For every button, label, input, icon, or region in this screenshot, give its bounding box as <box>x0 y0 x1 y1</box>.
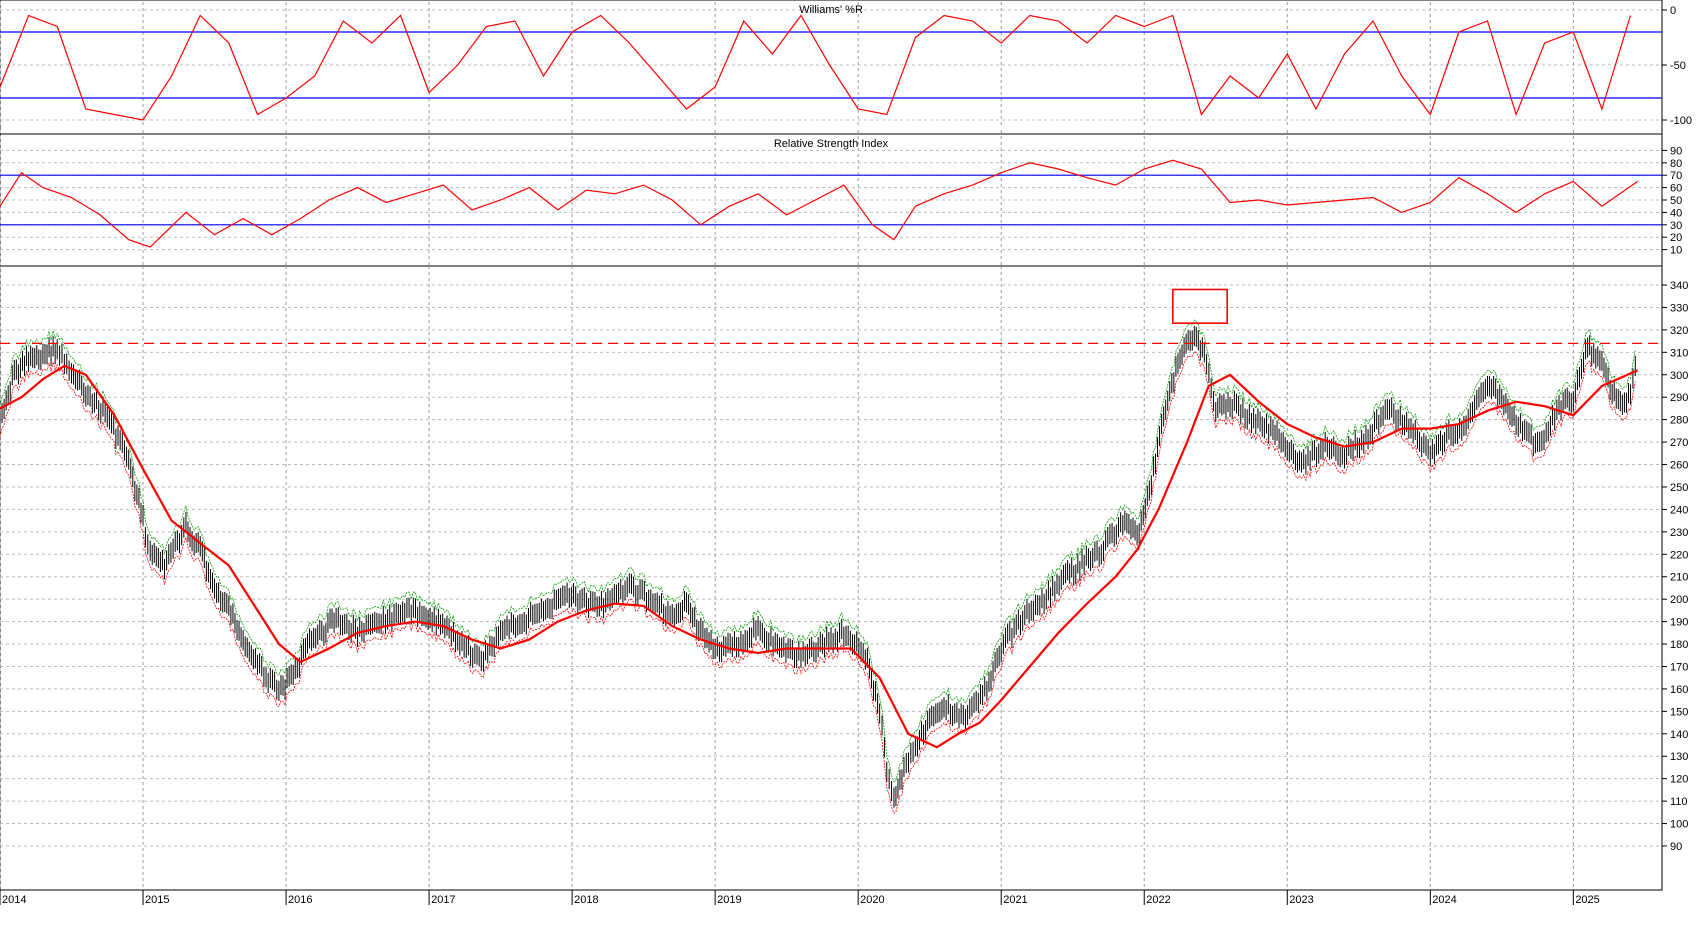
price-tick-label-120: 120 <box>1670 774 1688 786</box>
date-tick-label-2024: 2024 <box>1432 894 1456 906</box>
chart-root: Williams' %R 0 -50 -100 Relative Strength … <box>0 0 1704 935</box>
price-tick-label-190: 190 <box>1670 617 1688 629</box>
price-tick-label-300: 300 <box>1670 370 1688 382</box>
date-tick-label-2014: 2014 <box>2 894 26 906</box>
price-tick-label-220: 220 <box>1670 549 1688 561</box>
date-tick-label-2022: 2022 <box>1146 894 1170 906</box>
rsi-title: Relative Strength Index <box>774 138 889 150</box>
date-tick-label-2020: 2020 <box>860 894 884 906</box>
rsi-tick-label-90: 90 <box>1670 145 1682 157</box>
rsi-tick-label-40: 40 <box>1670 207 1682 219</box>
price-tick-label-200: 200 <box>1670 594 1688 606</box>
williams-r-title: Williams' %R <box>799 4 863 16</box>
rsi-tick-label-30: 30 <box>1670 220 1682 232</box>
price-tick-label-140: 140 <box>1670 729 1688 741</box>
date-tick-label-2021: 2021 <box>1003 894 1027 906</box>
price-tick-label-260: 260 <box>1670 460 1688 472</box>
rsi-tick-label-20: 20 <box>1670 232 1682 244</box>
price-tick-label-160: 160 <box>1670 684 1688 696</box>
williams-r-tick-label--100: -100 <box>1670 115 1692 127</box>
williams-r-tick-label--50: -50 <box>1670 60 1686 72</box>
price-panel: 340 330 320 310 300 290 280 270 260 250 240 230 220 2… <box>0 265 1688 906</box>
date-tick-label-2023: 2023 <box>1289 894 1313 906</box>
price-tick-label-180: 180 <box>1670 639 1688 651</box>
price-tick-label-270: 270 <box>1670 437 1688 449</box>
rsi-tick-label-50: 50 <box>1670 195 1682 207</box>
price-tick-label-150: 150 <box>1670 706 1688 718</box>
date-tick-label-2018: 2018 <box>574 894 598 906</box>
price-tick-label-280: 280 <box>1670 415 1688 427</box>
rsi-tick-label-80: 80 <box>1670 158 1682 170</box>
price-tick-label-90: 90 <box>1670 841 1682 853</box>
date-tick-label-2016: 2016 <box>288 894 312 906</box>
rsi-tick-label-10: 10 <box>1670 245 1682 257</box>
rsi-tick-label-70: 70 <box>1670 170 1682 182</box>
price-tick-label-210: 210 <box>1670 572 1688 584</box>
price-tick-label-330: 330 <box>1670 302 1688 314</box>
price-tick-label-290: 290 <box>1670 392 1688 404</box>
price-tick-label-170: 170 <box>1670 661 1688 673</box>
price-tick-label-110: 110 <box>1670 796 1688 808</box>
price-tick-label-100: 100 <box>1670 819 1688 831</box>
price-tick-label-320: 320 <box>1670 325 1688 337</box>
date-tick-label-2019: 2019 <box>717 894 741 906</box>
williams-r-tick-label-0: 0 <box>1670 5 1676 17</box>
price-tick-label-310: 310 <box>1670 347 1688 359</box>
chart-svg: Williams' %R 0 -50 -100 Relative Strength … <box>0 0 1704 935</box>
williams-r-panel: Williams' %R 0 -50 -100 <box>0 0 1692 135</box>
date-tick-label-2025: 2025 <box>1575 894 1599 906</box>
rsi-tick-label-60: 60 <box>1670 183 1682 195</box>
price-tick-label-340: 340 <box>1670 280 1688 292</box>
price-tick-label-130: 130 <box>1670 751 1688 763</box>
price-tick-label-240: 240 <box>1670 504 1688 516</box>
price-tick-label-250: 250 <box>1670 482 1688 494</box>
price-tick-label-230: 230 <box>1670 527 1688 539</box>
date-tick-label-2017: 2017 <box>431 894 455 906</box>
date-tick-label-2015: 2015 <box>145 894 169 906</box>
rsi-panel: Relative Strength Index 9080706050403020… <box>0 130 1682 270</box>
